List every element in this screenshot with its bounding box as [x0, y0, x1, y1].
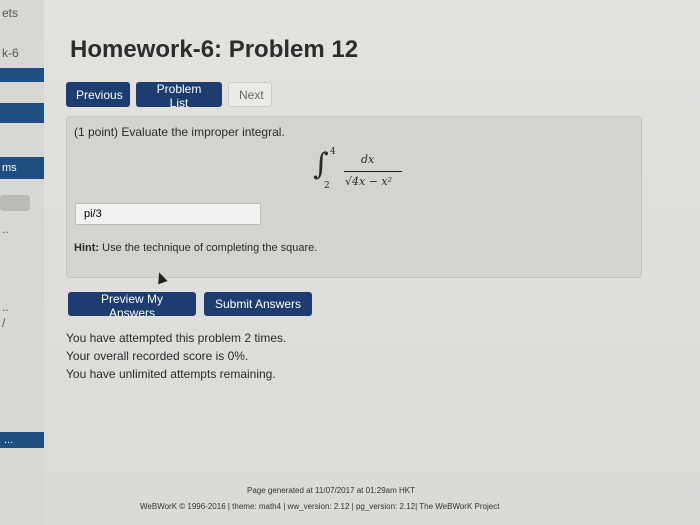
hint-label: Hint: — [74, 242, 100, 254]
integrand-denominator: √4x − x² — [345, 175, 393, 188]
sidebar-slash: / — [2, 316, 6, 330]
fraction-bar — [344, 171, 402, 172]
answer-input[interactable] — [75, 203, 261, 225]
page-title: Homework-6: Problem 12 — [70, 36, 359, 63]
remaining-text: You have unlimited attempts remaining. — [66, 367, 276, 381]
sidebar-dots: .. — [2, 300, 9, 314]
upper-limit: 4 — [330, 147, 336, 157]
sidebar-set-link[interactable]: k-6 — [2, 46, 19, 60]
integral-sign-icon: ∫ — [313, 147, 329, 182]
sidebar-top-text: ets — [2, 6, 19, 20]
problem-prompt: (1 point) Evaluate the improper integral… — [74, 125, 285, 139]
problem-list-button[interactable]: Problem List — [136, 82, 222, 110]
sidebar-item[interactable] — [0, 103, 44, 123]
hint-text: Hint: Use the technique of completing th… — [74, 242, 317, 254]
sidebar-active-item[interactable] — [0, 68, 44, 82]
main-content: Homework-6: Problem 12 Previous Problem … — [44, 0, 700, 525]
sidebar-bottom-item[interactable]: ... — [0, 432, 44, 448]
attempts-count: You have attempted this problem 2 times. — [66, 331, 287, 345]
sidebar-dots: .. — [2, 222, 9, 236]
sidebar-item-problems[interactable]: ms — [0, 157, 44, 179]
submit-answers-button[interactable]: Submit Answers — [204, 292, 312, 316]
problem-box: (1 point) Evaluate the improper integral… — [66, 116, 642, 278]
score-text: Your overall recorded score is 0%. — [66, 349, 249, 363]
sidebar-grey-button[interactable] — [0, 195, 30, 211]
previous-button[interactable]: Previous — [66, 82, 130, 107]
lower-limit: 2 — [324, 181, 330, 191]
integral-expression: ∫ 4 2 dx √4x − x² — [313, 147, 413, 197]
page-generated-text: Page generated at 11/07/2017 at 01:29am … — [247, 486, 415, 495]
attempts-status: You have attempted this problem 2 times.… — [66, 329, 286, 383]
next-button[interactable]: Next — [228, 82, 272, 107]
hint-body: Use the technique of completing the squa… — [99, 242, 318, 254]
copyright-footer: WeBWorK © 1996-2016 | theme: math4 | ww_… — [140, 502, 500, 511]
integrand-numerator: dx — [361, 153, 375, 166]
sidebar: ets k-6 ms .. .. / ... — [0, 0, 44, 525]
preview-answers-button[interactable]: Preview My Answers — [68, 292, 196, 320]
